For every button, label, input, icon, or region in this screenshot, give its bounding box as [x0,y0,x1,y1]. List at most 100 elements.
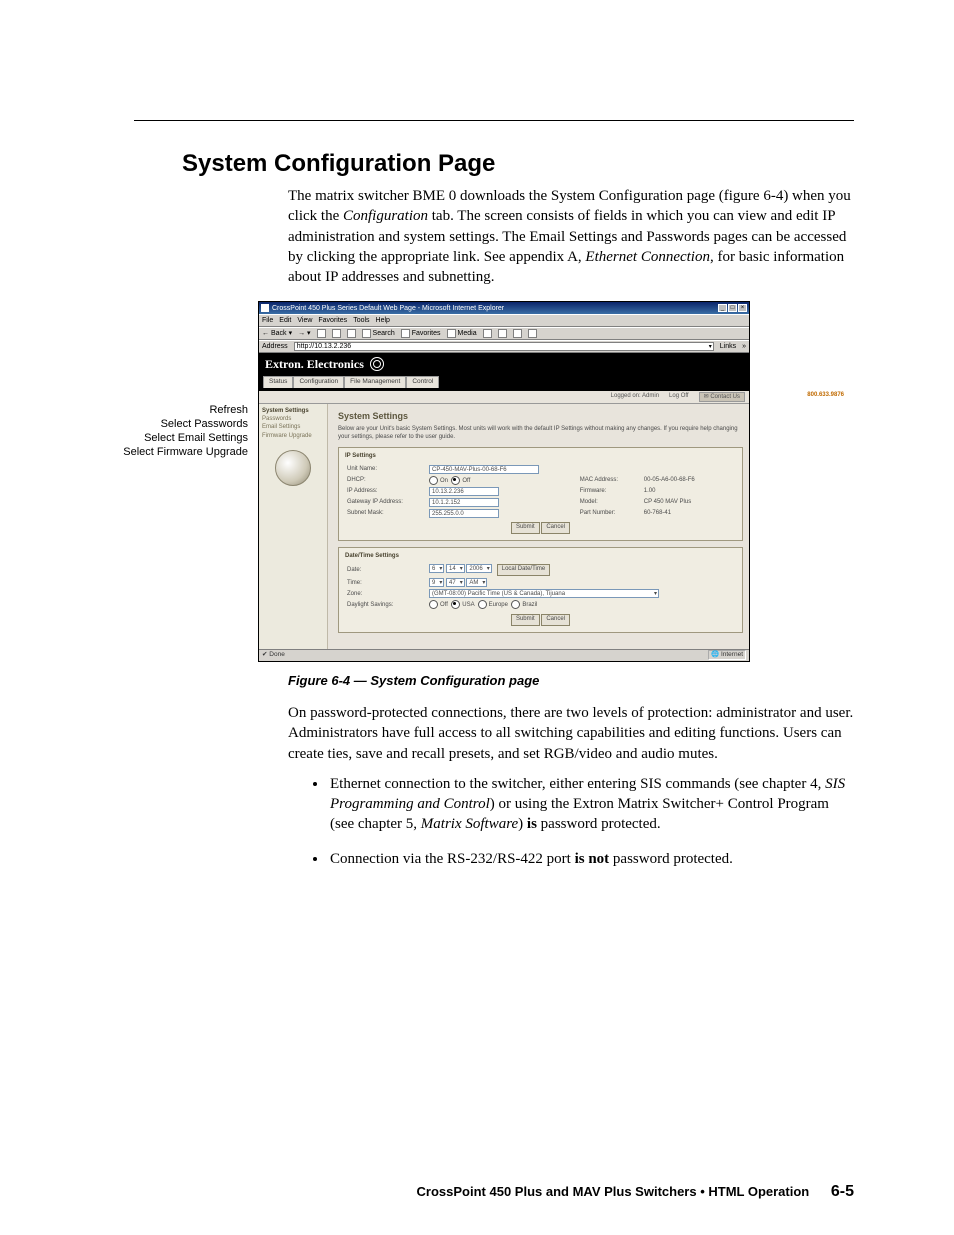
dt-cancel-button[interactable]: Cancel [541,614,570,626]
datetime-title: Date/Time Settings [345,552,736,560]
sidebar-item-passwords[interactable]: Passwords [262,415,324,423]
menu-file[interactable]: File [262,316,273,325]
edit-icon[interactable] [528,329,537,338]
history-icon[interactable] [483,329,492,338]
model-label: Model: [554,497,642,508]
sidebar-item-email-settings[interactable]: Email Settings [262,423,324,431]
sidebar-logo-icon [275,450,311,486]
home-icon[interactable] [347,329,356,338]
datetime-panel: Date/Time Settings Date: 6 14 2006 Local… [338,547,743,632]
figure-6-4: Refresh Select Passwords Select Email Se… [258,301,854,661]
menu-favorites[interactable]: Favorites [318,316,347,325]
gateway-label: Gateway IP Address: [345,497,427,508]
window-minimize-button[interactable]: _ [718,304,727,312]
print-icon[interactable] [513,329,522,338]
window-titlebar: CrossPoint 450 Plus Series Default Web P… [259,302,749,314]
menu-tools[interactable]: Tools [353,316,369,325]
menu-bar: File Edit View Favorites Tools Help [259,314,749,327]
date-label: Date: [345,563,427,577]
firmware-label: Firmware: [554,486,642,497]
page-title: System Settings [338,410,743,422]
subnet-label: Subnet Mask: [345,508,427,519]
dhcp-on-radio[interactable] [429,476,438,485]
stop-icon[interactable] [317,329,326,338]
zone-select[interactable]: (GMT-08:00) Pacific Time (US & Canada), … [429,589,659,598]
footer-title: CrossPoint 450 Plus and MAV Plus Switche… [417,1184,810,1199]
main-pane: System Settings Below are your Unit's ba… [328,404,749,648]
back-button[interactable]: ← Back ▾ [262,329,292,338]
window-title: CrossPoint 450 Plus Series Default Web P… [272,304,504,313]
window-close-button[interactable]: × [738,304,747,312]
callout-firmware: Select Firmware Upgrade [98,445,248,459]
window-maximize-button[interactable]: □ [728,304,737,312]
forward-button[interactable]: → ▾ [298,329,310,338]
ip-label: IP Address: [345,486,427,497]
tab-configuration[interactable]: Configuration [293,376,344,388]
ip-cancel-button[interactable]: Cancel [541,522,570,534]
contact-us-button[interactable]: ✉ Contact Us [699,392,745,402]
ds-off-radio[interactable] [429,600,438,609]
part-value: 60-768-41 [642,508,736,519]
media-icon [447,329,456,338]
page-footer: CrossPoint 450 Plus and MAV Plus Switche… [0,1183,854,1201]
lead-text: Below are your Unit's basic System Setti… [338,426,743,441]
ampm-select[interactable]: AM [466,578,487,587]
unit-name-label: Unit Name: [345,464,427,475]
menu-view[interactable]: View [297,316,312,325]
gateway-input[interactable]: 10.1.2.152 [429,498,499,507]
dhcp-label: DHCP: [345,475,427,486]
links-label[interactable]: Links [720,342,736,351]
logged-on-label: Logged on: Admin [611,392,659,402]
dhcp-off-radio[interactable] [451,476,460,485]
sidebar-item-system-settings[interactable]: System Settings [262,407,324,415]
brand-logo-icon [370,357,384,371]
tab-status[interactable]: Status [263,376,293,388]
ds-brazil-radio[interactable] [511,600,520,609]
search-icon [362,329,371,338]
sidebar-item-firmware-upgrade[interactable]: Firmware Upgrade [262,432,324,440]
time-label: Time: [345,577,427,588]
minute-select[interactable]: 47 [446,578,465,587]
address-input[interactable]: http://10.13.2.236 [294,342,714,351]
nav-tabs: Status Configuration File Management Con… [263,376,745,388]
subnet-input[interactable]: 255.255.0.0 [429,509,499,518]
ip-submit-button[interactable]: Submit [511,522,540,534]
section-heading: System Configuration Page [182,150,854,178]
unit-name-input[interactable]: CP-450-MAV-Plus-00-68-F6 [429,465,539,474]
bullet-1: Ethernet connection to the switcher, eit… [328,774,854,835]
mac-value: 00-05-A6-00-68-F6 [642,475,736,486]
mail-icon[interactable] [498,329,507,338]
dt-submit-button[interactable]: Submit [511,614,540,626]
refresh-icon[interactable] [332,329,341,338]
day-select[interactable]: 14 [446,564,465,573]
year-select[interactable]: 2006 [466,564,491,573]
ds-europe-radio[interactable] [478,600,487,609]
mac-label: MAC Address: [554,475,642,486]
phone-number: 800.633.9876 [807,391,844,399]
firmware-value: 1.00 [642,486,736,497]
status-bar: ✔ Done 🌐 Internet [259,649,749,661]
media-button[interactable]: Media [447,329,477,338]
address-label: Address [262,342,288,351]
ds-usa-radio[interactable] [451,600,460,609]
toolbar: ← Back ▾ → ▾ Search Favorites Media [259,327,749,340]
status-zone: 🌐 Internet [708,650,746,661]
callout-refresh: Refresh [98,403,248,417]
local-datetime-button[interactable]: Local Date/Time [497,564,550,576]
logoff-link[interactable]: Log Off [669,392,689,402]
hour-select[interactable]: 9 [429,578,444,587]
month-select[interactable]: 6 [429,564,444,573]
star-icon [401,329,410,338]
sidebar: System Settings Passwords Email Settings… [259,404,328,648]
favorites-button[interactable]: Favorites [401,329,441,338]
figure-caption: Figure 6-4 — System Configuration page [288,672,854,690]
menu-edit[interactable]: Edit [279,316,291,325]
menu-help[interactable]: Help [376,316,390,325]
search-button[interactable]: Search [362,329,395,338]
tab-file-management[interactable]: File Management [344,376,406,388]
ip-settings-title: IP Settings [345,452,736,460]
ip-input[interactable]: 10.13.2.236 [429,487,499,496]
info-bar: 800.633.9876 Logged on: Admin Log Off ✉ … [259,391,749,404]
tab-control[interactable]: Control [406,376,439,388]
intro-paragraph: The matrix switcher BME 0 downloads the … [288,186,854,287]
